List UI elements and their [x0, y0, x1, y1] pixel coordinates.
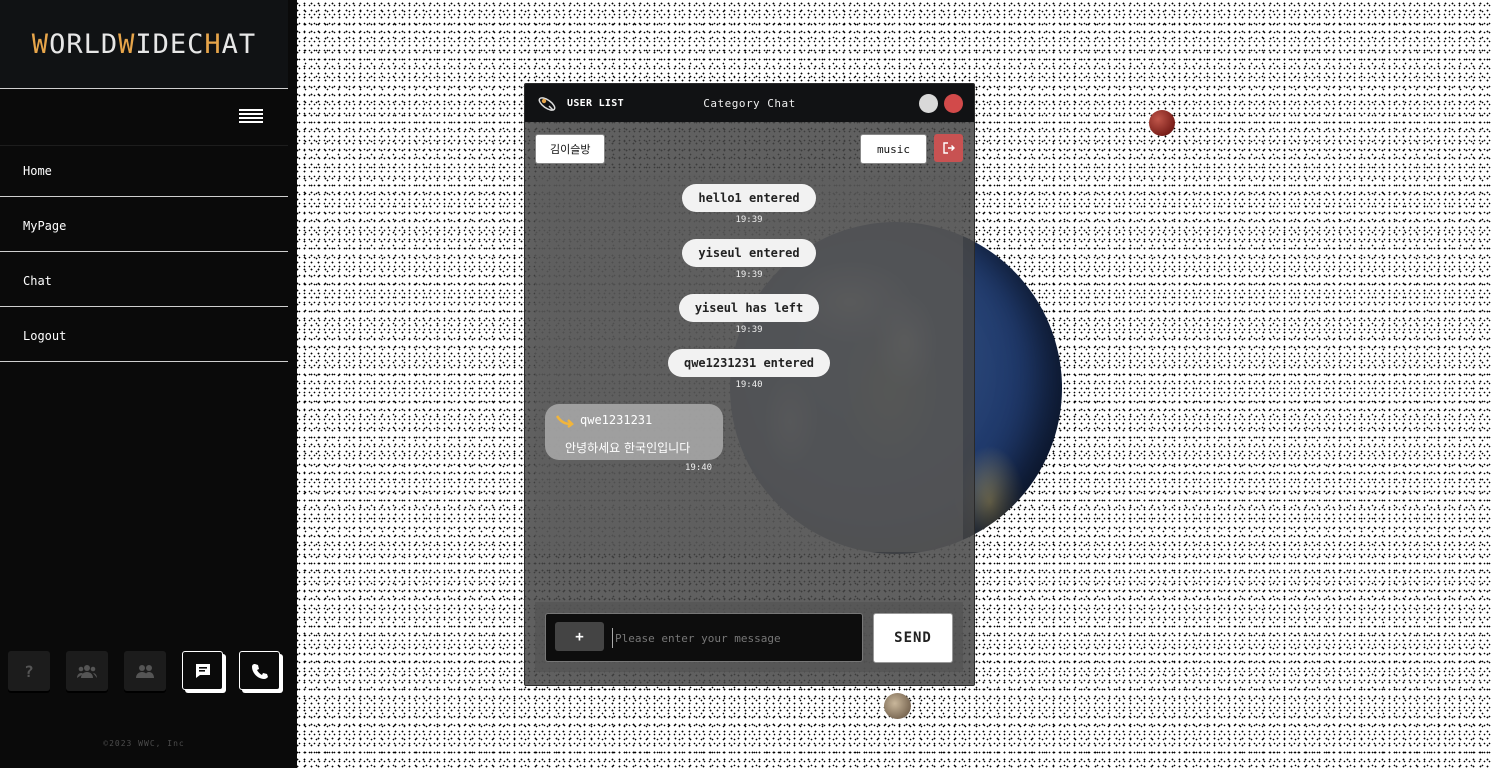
logo-letter: ORLD: [49, 28, 119, 60]
room-name-button[interactable]: 김이슬방: [535, 134, 606, 164]
sidebar-item-label: Home: [23, 164, 52, 178]
user-message: qwe1231231 안녕하세요 한국인입니다: [545, 404, 723, 460]
plus-icon: +: [575, 628, 584, 645]
logo-letter: W: [118, 28, 136, 60]
sidebar-item-home[interactable]: Home: [0, 146, 288, 197]
message-time: 19:39: [735, 270, 763, 280]
sidebar-item-label: MyPage: [23, 219, 67, 233]
logo-letter: AT: [221, 28, 257, 60]
sidebar-item-label: Chat: [23, 274, 52, 288]
rocket-icon[interactable]: [536, 94, 558, 114]
message-time: 19:39: [735, 215, 763, 225]
help-button[interactable]: ?: [8, 651, 50, 691]
chat-button[interactable]: [182, 651, 223, 690]
sidebar-item-logout[interactable]: Logout: [0, 311, 288, 362]
message-time: 19:39: [735, 325, 763, 335]
message-composer: + SEND: [535, 602, 963, 672]
call-button[interactable]: [239, 651, 280, 690]
sidebar-item-mypage[interactable]: MyPage: [0, 201, 288, 252]
attach-button[interactable]: +: [555, 622, 604, 651]
message-text: 안녕하세요 한국인입니다: [565, 441, 691, 455]
sidebar-tools: ?: [8, 651, 280, 691]
exit-icon: [942, 142, 955, 154]
logo-letter: W: [31, 28, 50, 60]
reply-arrow-icon: [555, 415, 574, 428]
system-message: yiseul has left 19:39: [535, 294, 963, 335]
exit-room-button[interactable]: [934, 134, 963, 162]
user-list-button[interactable]: USER LIST: [567, 98, 624, 109]
logo-letter: H: [204, 28, 222, 60]
message-list[interactable]: hello1 entered 19:39 yiseul entered 19:3…: [535, 174, 963, 552]
group-icon: [77, 665, 97, 678]
minimize-button[interactable]: [919, 94, 938, 113]
phone-icon: [251, 663, 268, 679]
system-message-text: yiseul has left: [678, 294, 820, 322]
group-button[interactable]: [66, 651, 108, 691]
friends-button[interactable]: [124, 651, 166, 691]
brand-logo: W ORLD W IDE C H AT: [0, 0, 288, 89]
room-name-label: 김이슬방: [550, 143, 591, 156]
message-input[interactable]: [612, 628, 855, 648]
message-time: 19:40: [735, 380, 763, 390]
close-button[interactable]: [944, 94, 963, 113]
music-button[interactable]: music: [860, 134, 927, 164]
system-message-text: hello1 entered: [682, 184, 816, 212]
logo-letter: IDE: [135, 28, 188, 60]
sidebar: W ORLD W IDE C H AT Home MyPage Chat Logout …: [0, 0, 297, 768]
moon-planet: [884, 693, 911, 719]
message-time: 19:40: [685, 463, 713, 473]
chat-titlebar: USER LIST Category Chat: [525, 84, 974, 122]
question-icon: ?: [24, 661, 34, 681]
system-message: yiseul entered 19:39: [535, 239, 963, 280]
message-input-box: +: [545, 613, 863, 662]
send-button[interactable]: SEND: [873, 613, 953, 663]
copyright-text: ©2023 WWC, Inc: [103, 739, 185, 748]
sidebar-item-label: Logout: [23, 329, 67, 343]
system-message: qwe1231231 entered 19:40: [535, 349, 963, 390]
mars-planet: [1149, 110, 1175, 136]
music-label: music: [876, 142, 911, 156]
system-message: hello1 entered 19:39: [535, 184, 963, 225]
system-message-text: yiseul entered: [682, 239, 816, 267]
send-label: SEND: [894, 630, 932, 646]
chat-window: USER LIST Category Chat 김이슬방 music hello…: [524, 83, 975, 686]
system-message-text: qwe1231231 entered: [667, 349, 831, 377]
logo-letter: C: [187, 28, 205, 60]
people-icon: [136, 665, 154, 678]
menu-toggle-row: [0, 89, 288, 146]
chat-icon: [195, 663, 210, 678]
hamburger-icon[interactable]: [239, 109, 263, 125]
message-username: qwe1231231: [580, 413, 653, 427]
sidebar-item-chat[interactable]: Chat: [0, 256, 288, 307]
